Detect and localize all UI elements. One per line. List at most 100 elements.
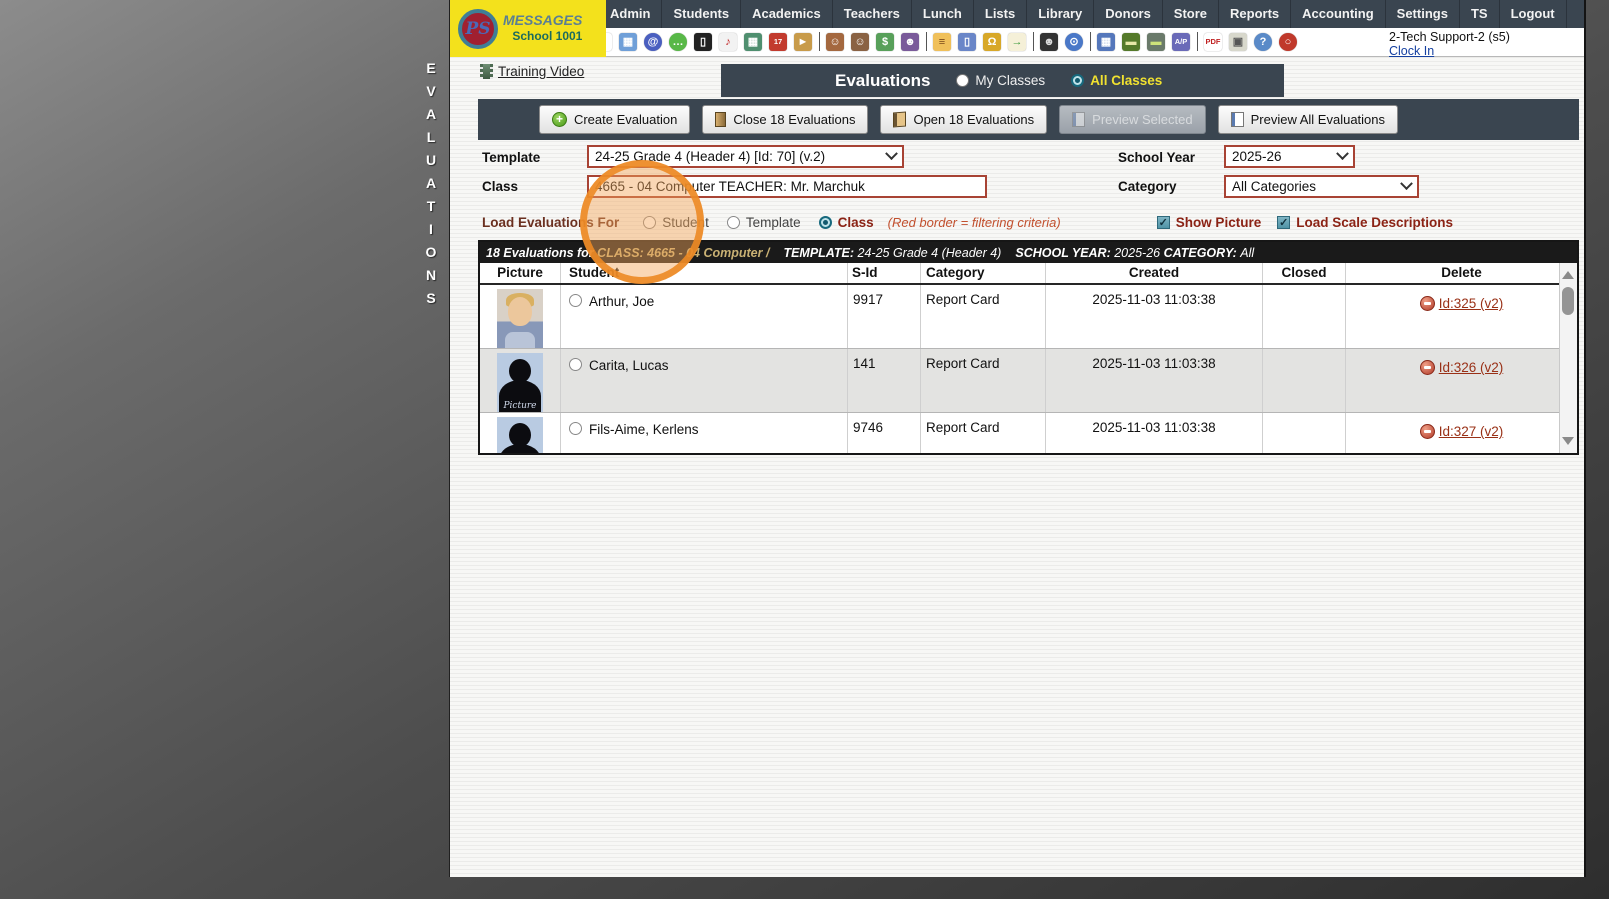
load-scale-checkbox[interactable]: ✓: [1277, 216, 1290, 229]
nav-item-accounting[interactable]: Accounting: [1291, 0, 1386, 28]
load-for-label: Load Evaluations For: [482, 215, 619, 230]
scroll-down-arrow-icon[interactable]: [1562, 437, 1574, 447]
scrollbar-thumb[interactable]: [1562, 287, 1574, 315]
create-evaluation-button[interactable]: + Create Evaluation: [539, 105, 690, 134]
class-radio[interactable]: [819, 216, 832, 229]
preview-all-icon: [1231, 112, 1244, 127]
megaphone-icon[interactable]: ►: [794, 33, 812, 51]
student-select-radio[interactable]: [569, 294, 582, 307]
power-icon[interactable]: ○: [1279, 33, 1297, 51]
show-picture-label[interactable]: Show Picture: [1176, 215, 1262, 230]
people-group-icon[interactable]: ☻: [901, 33, 919, 51]
admin-person-icon[interactable]: ☻: [1040, 33, 1058, 51]
preview-all-button[interactable]: Preview All Evaluations: [1218, 105, 1398, 134]
nav-item-teachers[interactable]: Teachers: [833, 0, 912, 28]
col-picture: Picture: [480, 263, 561, 283]
nav-item-academics[interactable]: Academics: [741, 0, 833, 28]
student-radio-label[interactable]: Student: [662, 215, 709, 230]
print-cheque-icon[interactable]: ▬: [1147, 33, 1165, 51]
nav-item-ts[interactable]: TS: [1460, 0, 1500, 28]
calendar-17-icon[interactable]: 17: [769, 33, 787, 51]
show-picture-checkbox[interactable]: ✓: [1157, 216, 1170, 229]
bell-icon[interactable]: Ω: [983, 33, 1001, 51]
training-video[interactable]: Training Video: [480, 64, 584, 79]
nav-item-students[interactable]: Students: [662, 0, 741, 28]
delete-minus-icon[interactable]: [1420, 296, 1435, 311]
my-classes-label[interactable]: My Classes: [975, 73, 1045, 88]
spreadsheet-icon[interactable]: ▦: [1097, 33, 1115, 51]
open-evaluations-button[interactable]: Open 18 Evaluations: [880, 105, 1047, 134]
student-select-radio[interactable]: [569, 358, 582, 371]
binder-icon[interactable]: ▯: [958, 33, 976, 51]
email-at-icon[interactable]: @: [644, 33, 662, 51]
class-radio-label[interactable]: Class: [838, 215, 874, 230]
clock-in-link[interactable]: Clock In: [1389, 45, 1434, 57]
logo-school-name: School 1001: [503, 30, 582, 43]
close-evaluations-button[interactable]: Close 18 Evaluations: [702, 105, 868, 134]
money-icon[interactable]: $: [876, 33, 894, 51]
load-scale-label[interactable]: Load Scale Descriptions: [1296, 215, 1453, 230]
student-select-radio[interactable]: [569, 422, 582, 435]
nav-item-store[interactable]: Store: [1163, 0, 1219, 28]
category-select[interactable]: All Categories: [1224, 175, 1419, 198]
training-video-link[interactable]: Training Video: [498, 64, 584, 79]
student-radio[interactable]: [643, 216, 656, 229]
template-radio-label[interactable]: Template: [746, 215, 801, 230]
all-classes-radio[interactable]: [1071, 74, 1084, 87]
template-select[interactable]: 24-25 Grade 4 (Header 4) [Id: 70] (v.2): [587, 145, 904, 168]
my-classes-radio[interactable]: [956, 74, 969, 87]
nav-item-settings[interactable]: Settings: [1386, 0, 1460, 28]
speaker-icon[interactable]: ♪: [719, 33, 737, 51]
eval-category: Report Card: [921, 285, 1046, 348]
lunch-burger-icon[interactable]: ≡: [933, 33, 951, 51]
student-photo-placeholder: [497, 417, 543, 455]
scroll-up-arrow-icon[interactable]: [1562, 271, 1574, 281]
ap-badge-icon[interactable]: A/P: [1172, 33, 1190, 51]
eval-count: 18 Evaluations for: [486, 246, 594, 260]
table-info-bar: 18 Evaluations for CLASS: 4665 - 04 Comp…: [480, 242, 1577, 263]
col-sid: S-Id: [848, 263, 921, 283]
nav-item-admin[interactable]: Admin: [599, 0, 662, 28]
pdf-icon[interactable]: PDF: [1204, 33, 1222, 51]
toolbar-separator: [1090, 32, 1091, 51]
add-person-icon[interactable]: ☺: [826, 33, 844, 51]
nav-item-logout[interactable]: Logout: [1500, 0, 1567, 28]
delete-minus-icon[interactable]: [1420, 360, 1435, 375]
school-year-select[interactable]: 2025-26: [1224, 145, 1355, 168]
template-radio[interactable]: [727, 216, 740, 229]
table-header-row: Picture Student S-Id Category Created Cl…: [480, 263, 1577, 285]
category-label: Category: [1118, 179, 1177, 194]
nav-item-reports[interactable]: Reports: [1219, 0, 1291, 28]
delete-link[interactable]: Id:327 (v2): [1439, 424, 1504, 439]
col-delete: Delete: [1346, 263, 1577, 283]
my-classes-option[interactable]: My Classes: [956, 73, 1045, 88]
printer-icon[interactable]: ▣: [1229, 33, 1247, 51]
table-row: Arthur, Joe 9917 Report Card 2025-11-03 …: [480, 285, 1577, 348]
all-classes-option[interactable]: All Classes: [1071, 73, 1162, 88]
mobile-phone-icon[interactable]: ▯: [694, 33, 712, 51]
sms-bubble-icon[interactable]: …: [669, 33, 687, 51]
calendar-grid-icon[interactable]: ▦: [619, 33, 637, 51]
eval-category: Report Card: [921, 413, 1046, 455]
calendar-stats-icon[interactable]: ▦: [744, 33, 762, 51]
all-classes-label[interactable]: All Classes: [1090, 73, 1162, 88]
nav-item-library[interactable]: Library: [1027, 0, 1094, 28]
delete-link[interactable]: Id:325 (v2): [1439, 296, 1504, 311]
table-scrollbar[interactable]: [1559, 263, 1577, 453]
closed-door-icon: [715, 112, 726, 127]
class-input[interactable]: 4665 - 04 Computer TEACHER: Mr. Marchuk: [587, 175, 987, 198]
person-icon[interactable]: ☺: [851, 33, 869, 51]
alarm-clock-icon[interactable]: ⊙: [1065, 33, 1083, 51]
cheque-icon[interactable]: ▬: [1122, 33, 1140, 51]
delete-link[interactable]: Id:326 (v2): [1439, 360, 1504, 375]
nav-item-donors[interactable]: Donors: [1094, 0, 1163, 28]
forward-note-icon[interactable]: →: [1008, 33, 1026, 51]
logged-in-user: 2-Tech Support-2 (s5): [1389, 31, 1510, 43]
logo-mark-icon: PS: [458, 9, 498, 49]
info-year-value: 2025-26: [1114, 246, 1160, 260]
delete-minus-icon[interactable]: [1420, 424, 1435, 439]
help-icon[interactable]: ?: [1254, 33, 1272, 51]
nav-item-lists[interactable]: Lists: [974, 0, 1027, 28]
chevron-down-icon: [1400, 177, 1413, 190]
nav-item-lunch[interactable]: Lunch: [912, 0, 974, 28]
